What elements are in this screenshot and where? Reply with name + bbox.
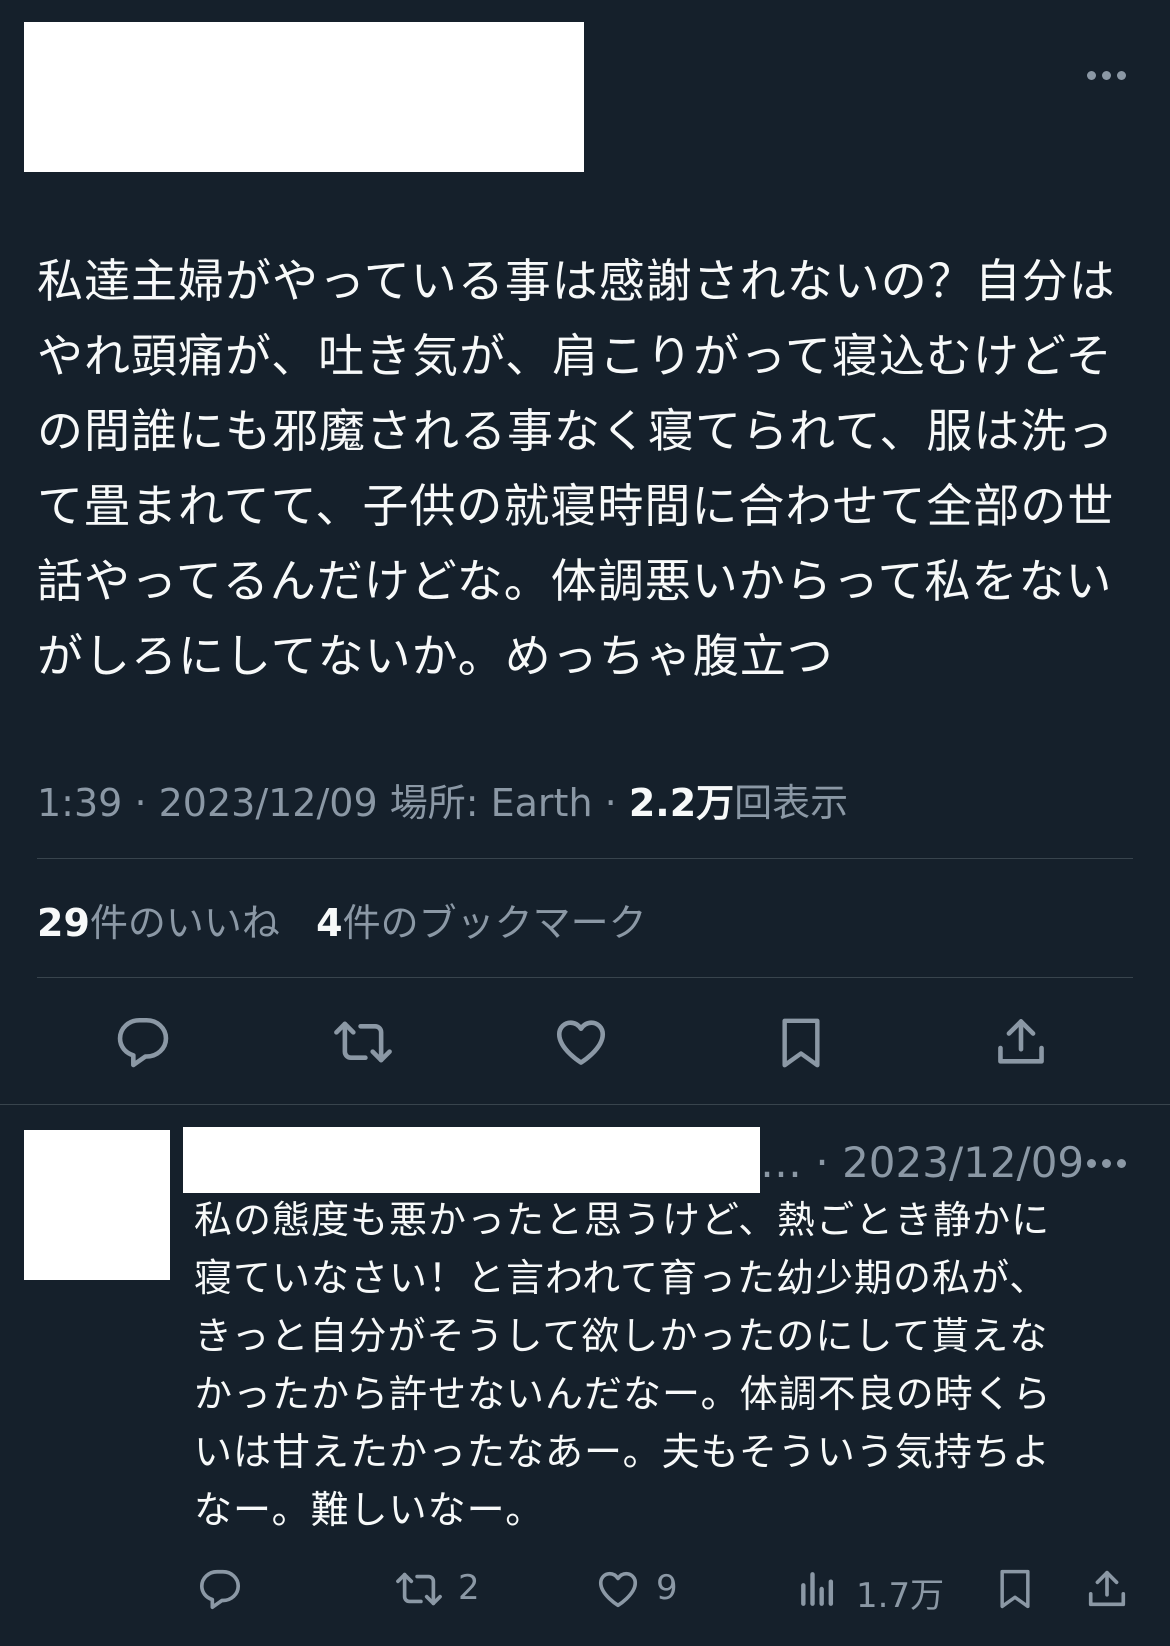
redacted-author-name: [24, 22, 584, 172]
tweet-meta: 1:39 · 2023/12/09 場所: Earth · 2.2万回表示: [37, 772, 848, 827]
reply-retweet-count: 2: [458, 1568, 480, 1608]
views-count: 2.2万: [628, 781, 735, 825]
likes-stat[interactable]: 29件のいいね: [37, 901, 280, 945]
divider: [0, 1104, 1170, 1105]
retweet-icon[interactable]: [330, 1013, 396, 1071]
tweet-time[interactable]: 1:39: [37, 781, 122, 825]
more-options-icon[interactable]: [1087, 71, 1126, 80]
retweet-icon[interactable]: [392, 1566, 446, 1612]
reply-name-ellipsis: …: [760, 1138, 802, 1187]
divider: [37, 858, 1133, 859]
share-icon[interactable]: [991, 1013, 1051, 1071]
engagement-stats: 29件のいいね 4件のブックマーク: [37, 892, 647, 947]
share-icon[interactable]: [1083, 1566, 1131, 1612]
heart-icon[interactable]: [551, 1013, 611, 1071]
redacted-avatar: [24, 1130, 170, 1280]
reply-like-count: 9: [656, 1568, 678, 1608]
bookmark-icon[interactable]: [993, 1564, 1037, 1614]
reply-date[interactable]: 2023/12/09: [842, 1138, 1084, 1187]
meta-separator: ·: [604, 781, 617, 825]
bookmarks-stat[interactable]: 4件のブックマーク: [316, 901, 646, 945]
bookmarks-count: 4: [316, 901, 343, 945]
views-bar-chart-icon[interactable]: [796, 1566, 840, 1612]
likes-count: 29: [37, 901, 90, 945]
redacted-reply-author: [183, 1127, 760, 1193]
bookmark-icon[interactable]: [773, 1013, 829, 1073]
heart-icon[interactable]: [594, 1566, 642, 1612]
reply-header: … · 2023/12/09: [760, 1138, 1084, 1187]
reply-views-count: 1.7万: [856, 1576, 945, 1616]
bookmarks-label: 件のブックマーク: [342, 901, 647, 945]
meta-separator: ·: [134, 781, 147, 825]
views-label: 回表示: [734, 781, 849, 825]
more-options-icon[interactable]: [1087, 1159, 1126, 1168]
reply-separator: ·: [815, 1138, 829, 1187]
divider: [37, 977, 1133, 978]
reply-icon[interactable]: [196, 1566, 244, 1612]
likes-label: 件のいいね: [89, 901, 280, 945]
tweet-date[interactable]: 2023/12/09: [159, 781, 378, 825]
tweet-text: 私達主婦がやっている事は感謝されないの？自分は やれ頭痛が、吐き気が、肩こりがっ…: [37, 254, 1116, 683]
reply-text: 私の態度も悪かったと思うけど、熱ごとき静かに 寝ていなさい！と言われて育った幼少…: [194, 1198, 1052, 1532]
tweet-location: 場所: Earth: [389, 781, 593, 825]
reply-icon[interactable]: [113, 1013, 173, 1071]
